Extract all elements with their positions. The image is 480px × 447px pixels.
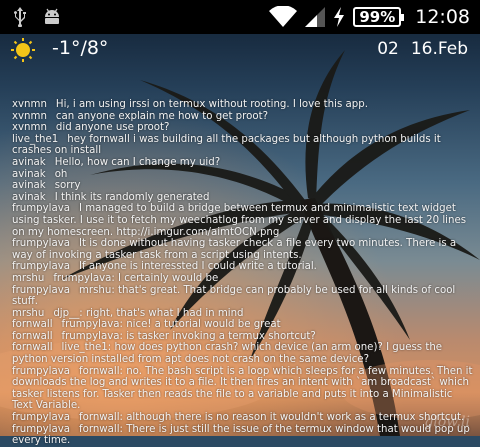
chat-nick: mrshu [12,307,45,319]
chat-line: avinak sorry [12,180,474,192]
charging-icon [333,7,345,27]
chat-nick: avinak [12,180,46,192]
chat-line: mrshu djp__: right, that's what I had in … [12,308,474,320]
chat-line: fornwall frumpylava: is tasker invoking a… [12,331,474,343]
day-number: 02 [377,39,399,59]
chat-message: frumpylava: is tasker invoking a termux … [61,330,316,342]
chat-nick: mrshu [12,272,45,284]
chat-nick: frumpylava [12,365,70,377]
chat-message: I think its randomly generated [54,191,210,203]
chat-message: Hi, i am using irssi on termux without r… [55,99,368,110]
battery-indicator: 99% [353,7,405,27]
battery-percent: 99% [359,8,396,26]
chat-message: If anyone is interessted I could write a… [79,261,317,273]
chat-line: fornwall live_the1: how does python crash… [12,342,474,365]
chat-message: oh [54,168,68,180]
chat-line: mrshu frumpylava: I certainly would be [12,273,474,285]
chat-nick: avinak [12,191,46,203]
status-bar: 99% 12:08 [0,0,480,34]
chat-message: Hello, how can I change my uid? [54,156,221,168]
clock: 12:08 [415,6,470,28]
chat-nick: frumpylava [12,238,70,250]
chat-line: avinak I think its randomly generated [12,192,474,204]
temperature: -1°/8° [52,37,109,59]
chat-message: hey fornwall i was building all the pack… [12,133,441,157]
chat-line: frumpylava fornwall: although there is no… [12,412,474,424]
chat-nick: fornwall [12,319,53,331]
chat-nick: xvnmn [12,99,47,110]
date-display: 02 16.Feb [365,39,468,59]
watermark: glow.li [424,414,470,430]
weather-widget[interactable]: -1°/8° 02 16.Feb [0,34,480,64]
chat-message: It is done without having tasker check a… [12,238,457,261]
chat-message: frumpylava: I certainly would be [53,272,219,284]
chat-line: fornwall frumpylava: nice! a tutorial wou… [12,319,474,331]
android-icon [42,7,62,27]
chat-nick: frumpylava [12,423,70,435]
chat-nick: live_the1 [12,133,59,145]
chat-message: fornwall: although there is no reason it… [79,412,465,424]
chat-nick: fornwall [12,342,53,354]
chat-nick: frumpylava [12,261,70,273]
chat-line: avinak Hello, how can I change my uid? [12,157,474,169]
chat-nick: avinak [12,168,46,180]
chat-message: did anyone use proot? [55,122,170,134]
chat-nick: frumpylava [12,203,70,215]
chat-nick: frumpylava [12,284,70,296]
chat-nick: avinak [12,156,46,168]
chat-line: frumpylava If anyone is interessted I cou… [12,261,474,273]
chat-message: frumpylava: nice! a tutorial would be gr… [61,319,281,331]
date-label: 16.Feb [410,39,468,59]
chat-message: sorry [54,180,81,192]
chat-line: frumpylava mrshu: that's great. That brid… [12,285,474,308]
chat-line: avinak oh [12,169,474,181]
chat-line: frumpylava It is done without having task… [12,238,474,261]
wifi-icon [269,6,298,28]
chat-message: mrshu: that's great. That bridge can pro… [12,284,456,308]
chat-line: frumpylava fornwall: no. The bash script … [12,366,474,412]
chat-message: fornwall: There is just still the issue … [12,423,470,447]
chat-message: djp__: right, that's what I had in mind [53,307,244,319]
chat-message: I managed to build a bridge between term… [12,203,467,238]
chat-line: frumpylava fornwall: There is just still … [12,424,474,447]
irc-log-widget: xvnmn Hi, i am using irssi on termux with… [12,99,474,447]
chat-line: frumpylava I managed to build a bridge be… [12,203,474,238]
chat-message: can anyone explain me how to get proot? [55,110,268,122]
usb-icon [12,7,28,27]
chat-line: live_the1 hey fornwall i was building all… [12,134,474,157]
sun-icon [10,38,36,66]
signal-icon [305,7,326,27]
chat-line: xvnmn did anyone use proot? [12,122,474,134]
chat-nick: xvnmn [12,110,47,122]
chat-nick: xvnmn [12,122,47,134]
chat-line: xvnmn can anyone explain me how to get pr… [12,111,474,123]
chat-nick: frumpylava [12,412,70,424]
chat-message: live_the1: how does python crash? which … [12,342,443,366]
chat-message: fornwall: no. The bash script is a loop … [12,365,473,412]
chat-nick: fornwall [12,330,53,342]
chat-line: xvnmn Hi, i am using irssi on termux with… [12,99,474,111]
